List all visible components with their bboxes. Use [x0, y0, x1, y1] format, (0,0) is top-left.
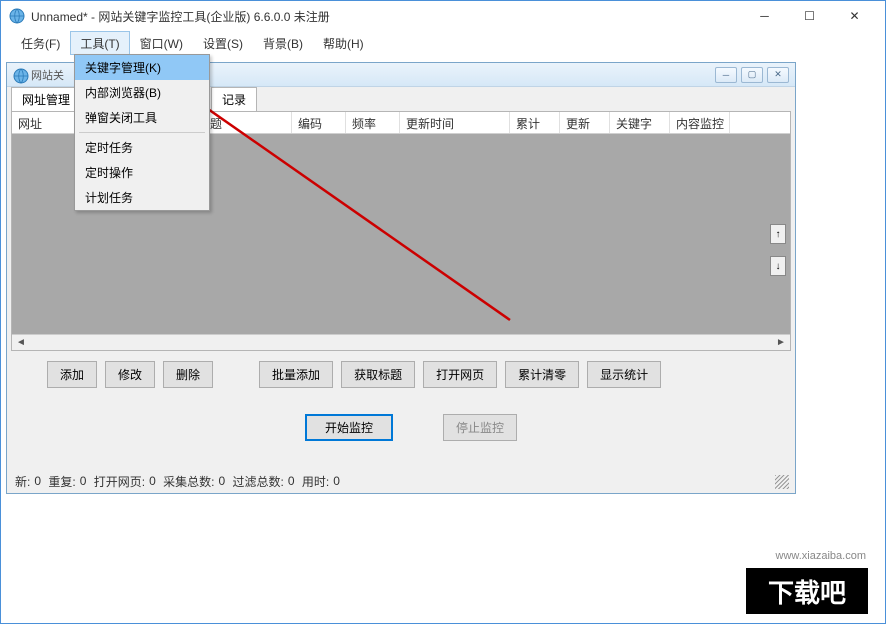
watermark-logo: 下载吧	[746, 564, 868, 614]
tab-url-manage[interactable]: 网址管理	[11, 87, 81, 111]
outer-window-title: Unnamed* - 网站关键字监控工具(企业版) 6.6.0.0 未注册	[31, 8, 742, 25]
start-monitor-button[interactable]: 开始监控	[305, 414, 393, 441]
menu-help[interactable]: 帮助(H)	[313, 31, 374, 55]
move-down-button[interactable]: ↓	[770, 256, 786, 276]
menu-scheduled-action[interactable]: 定时操作	[75, 160, 209, 185]
status-dup-label: 重复:	[48, 473, 75, 490]
app-icon	[9, 8, 25, 24]
close-button[interactable]: ✕	[832, 2, 877, 30]
status-open-value: 0	[149, 474, 156, 488]
outer-titlebar: Unnamed* - 网站关键字监控工具(企业版) 6.6.0.0 未注册 ─ …	[1, 1, 885, 31]
delete-button[interactable]: 删除	[163, 361, 213, 388]
menu-background[interactable]: 背景(B)	[253, 31, 313, 55]
tab-record[interactable]: 记录	[211, 87, 257, 111]
status-bar: 新: 0 重复: 0 打开网页: 0 采集总数: 0 过滤总数: 0 用时: 0	[11, 471, 791, 491]
watermark-url: www.xiazaiba.com	[776, 550, 866, 562]
col-content-monitor[interactable]: 内容监控	[670, 112, 730, 133]
menu-scheduled-task[interactable]: 定时任务	[75, 135, 209, 160]
stop-monitor-button: 停止监控	[443, 414, 517, 441]
menu-window[interactable]: 窗口(W)	[130, 31, 193, 55]
inner-app-icon	[13, 68, 27, 82]
horizontal-scrollbar[interactable]: ◄ ►	[12, 334, 790, 350]
menu-keyword-manage[interactable]: 关键字管理(K)	[75, 55, 209, 80]
status-collect-label: 采集总数:	[163, 473, 214, 490]
menu-separator	[79, 132, 205, 133]
reset-total-button[interactable]: 累计清零	[505, 361, 579, 388]
status-collect-value: 0	[218, 474, 225, 488]
col-update[interactable]: 更新	[560, 112, 610, 133]
move-up-button[interactable]: ↑	[770, 224, 786, 244]
mdi-close-button[interactable]: ✕	[767, 67, 789, 83]
mdi-maximize-button[interactable]: ▢	[741, 67, 763, 83]
status-time-value: 0	[333, 474, 340, 488]
col-keyword[interactable]: 关键字	[610, 112, 670, 133]
status-dup-value: 0	[80, 474, 87, 488]
get-title-button[interactable]: 获取标题	[341, 361, 415, 388]
menu-tasks[interactable]: 任务(F)	[11, 31, 70, 55]
add-button[interactable]: 添加	[47, 361, 97, 388]
menu-internal-browser[interactable]: 内部浏览器(B)	[75, 80, 209, 105]
open-page-button[interactable]: 打开网页	[423, 361, 497, 388]
scroll-left-icon[interactable]: ◄	[14, 336, 28, 350]
menubar: 任务(F) 工具(T) 窗口(W) 设置(S) 背景(B) 帮助(H)	[1, 31, 885, 55]
col-frequency[interactable]: 频率	[346, 112, 400, 133]
col-encoding[interactable]: 编码	[292, 112, 346, 133]
status-new-value: 0	[34, 474, 41, 488]
mdi-minimize-button[interactable]: ─	[715, 67, 737, 83]
modify-button[interactable]: 修改	[105, 361, 155, 388]
button-row-2: 开始监控 停止监控	[7, 394, 795, 447]
status-time-label: 用时:	[302, 473, 329, 490]
status-open-label: 打开网页:	[94, 473, 145, 490]
tools-dropdown-menu: 关键字管理(K) 内部浏览器(B) 弹窗关闭工具 定时任务 定时操作 计划任务	[74, 54, 210, 211]
menu-settings[interactable]: 设置(S)	[193, 31, 253, 55]
status-new-label: 新:	[15, 473, 30, 490]
show-stats-button[interactable]: 显示统计	[587, 361, 661, 388]
status-filter-label: 过滤总数:	[233, 473, 284, 490]
status-filter-value: 0	[288, 474, 295, 488]
col-update-time[interactable]: 更新时间	[400, 112, 510, 133]
batch-add-button[interactable]: 批量添加	[259, 361, 333, 388]
scroll-right-icon[interactable]: ►	[774, 336, 788, 350]
menu-tools[interactable]: 工具(T)	[70, 31, 129, 55]
button-row-1: 添加 修改 删除 批量添加 获取标题 打开网页 累计清零 显示统计	[7, 351, 795, 394]
resize-grip-icon[interactable]	[775, 475, 789, 489]
menu-plan-task[interactable]: 计划任务	[75, 185, 209, 210]
minimize-button[interactable]: ─	[742, 2, 787, 30]
menu-popup-close-tool[interactable]: 弹窗关闭工具	[75, 105, 209, 130]
maximize-button[interactable]: ☐	[787, 2, 832, 30]
col-total[interactable]: 累计	[510, 112, 560, 133]
